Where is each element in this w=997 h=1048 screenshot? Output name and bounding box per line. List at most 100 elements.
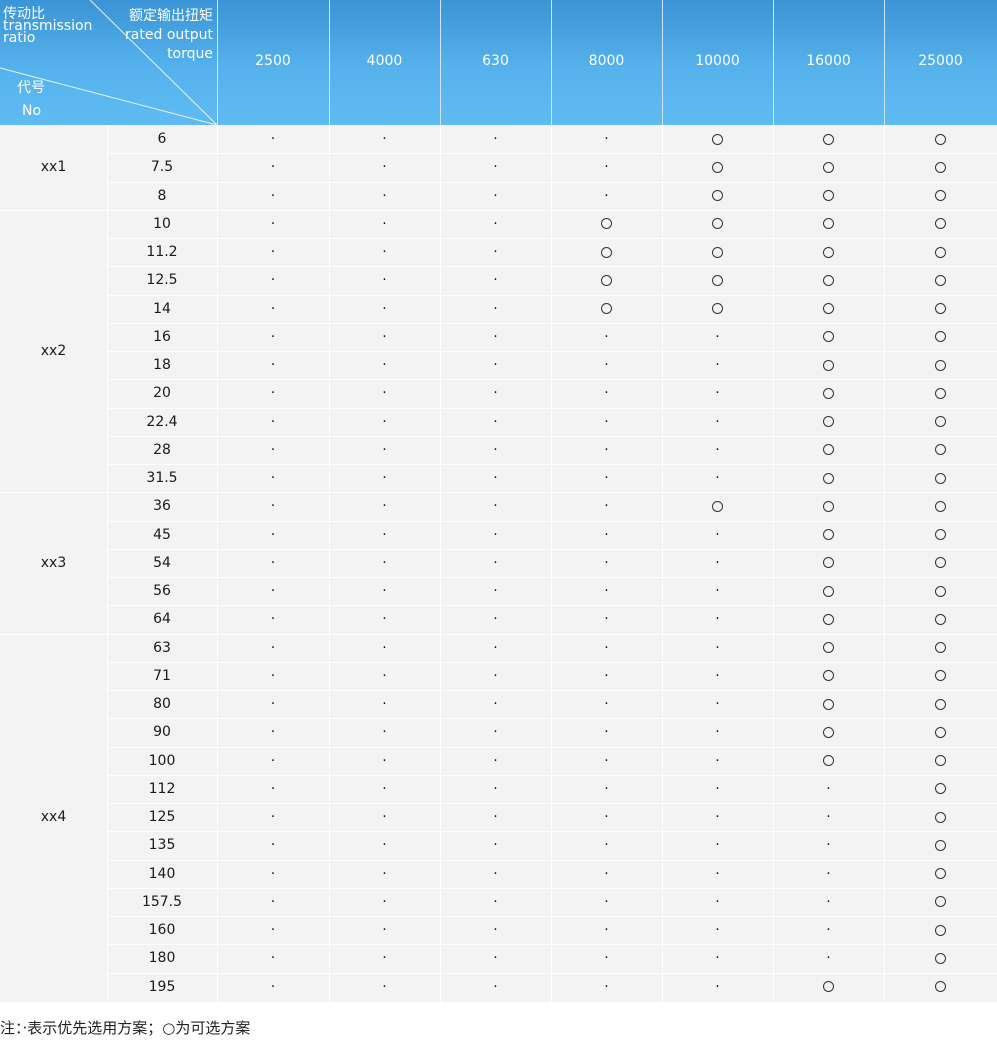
preferred-dot-icon: · [493, 554, 498, 571]
optional-circle-icon [823, 500, 834, 512]
mark-cell: · [217, 916, 329, 944]
optional-circle-icon [935, 161, 946, 173]
mark-cell: · [217, 662, 329, 690]
preferred-dot-icon: · [604, 696, 609, 713]
optional-circle-icon [935, 218, 946, 230]
mark-cell [773, 266, 884, 294]
mark-cell: · [217, 888, 329, 916]
preferred-dot-icon: · [382, 950, 387, 967]
mark-cell: · [217, 436, 329, 464]
preferred-dot-icon: · [382, 328, 387, 345]
optional-circle-icon [935, 444, 946, 456]
optional-circle-icon [935, 896, 946, 908]
preferred-dot-icon: · [270, 611, 276, 628]
mark-cell: · [551, 492, 662, 520]
mark-cell: · [440, 662, 551, 690]
mark-cell: · [551, 521, 662, 549]
mark-cell: · [551, 605, 662, 633]
ratio-cell: 195 [148, 978, 176, 995]
mark-cell [773, 605, 884, 633]
preferred-dot-icon: · [493, 272, 498, 289]
group-separator [0, 633, 107, 635]
preferred-dot-icon: · [493, 187, 498, 204]
mark-cell: · [551, 464, 662, 492]
preferred-dot-icon: · [382, 978, 387, 995]
preferred-dot-icon: · [604, 159, 609, 176]
optional-circle-icon [823, 416, 834, 428]
mark-cell: · [551, 831, 662, 859]
mark-cell: · [217, 605, 329, 633]
mark-cell: · [217, 803, 329, 831]
mark-cell: · [329, 323, 440, 351]
optional-circle-icon [712, 500, 723, 512]
mark-cell: · [217, 379, 329, 407]
mark-cell: · [551, 436, 662, 464]
mark-cell: · [217, 464, 329, 492]
optional-circle-icon [823, 359, 834, 371]
preferred-dot-icon: · [604, 865, 609, 882]
mark-cell: · [329, 210, 440, 238]
optional-circle-icon [823, 161, 834, 173]
optional-circle-icon [935, 416, 946, 428]
preferred-dot-icon: · [270, 922, 276, 939]
optional-circle-icon [935, 359, 946, 371]
mark-cell: · [329, 803, 440, 831]
ratio-cell: 54 [153, 554, 171, 571]
preferred-dot-icon: · [493, 215, 498, 232]
mark-cell: · [773, 888, 884, 916]
ratio-cell: 11.2 [146, 244, 178, 261]
ratio-cell: 6 [157, 131, 167, 148]
mark-cell [884, 125, 997, 153]
group-separator [0, 492, 107, 494]
mark-cell: · [662, 379, 773, 407]
mark-cell: · [440, 605, 551, 633]
mark-cell: · [329, 916, 440, 944]
mark-cell: · [662, 718, 773, 746]
ratio-cell: 64 [153, 611, 171, 628]
mark-cell: · [217, 973, 329, 1001]
mark-cell: · [662, 605, 773, 633]
optional-circle-icon [712, 161, 723, 173]
mark-cell [773, 408, 884, 436]
mark-cell: · [662, 916, 773, 944]
optional-circle-icon [823, 274, 834, 286]
mark-cell: · [329, 860, 440, 888]
preferred-dot-icon: · [493, 413, 498, 430]
optional-circle-icon [935, 331, 946, 343]
mark-cell: · [440, 323, 551, 351]
mark-cell: · [440, 973, 551, 1001]
mark-cell [884, 888, 997, 916]
mark-cell [773, 747, 884, 775]
preferred-dot-icon: · [604, 554, 609, 571]
optional-circle-icon [823, 190, 834, 202]
mark-cell [773, 690, 884, 718]
mark-cell: · [662, 747, 773, 775]
mark-cell: · [329, 831, 440, 859]
optional-circle-icon [935, 839, 946, 851]
mark-cell: · [217, 521, 329, 549]
ratio-cell: 31.5 [146, 470, 178, 487]
preferred-dot-icon: · [270, 667, 276, 684]
ratio-cell: 20 [153, 385, 171, 402]
preferred-dot-icon: · [382, 780, 387, 797]
mark-cell: · [551, 323, 662, 351]
preferred-dot-icon: · [604, 780, 609, 797]
preferred-dot-icon: · [826, 893, 831, 910]
mark-cell: · [551, 690, 662, 718]
optional-circle-icon [935, 726, 946, 738]
preferred-dot-icon: · [270, 498, 276, 515]
preferred-dot-icon: · [270, 413, 276, 430]
preferred-dot-icon: · [715, 385, 720, 402]
preferred-dot-icon: · [715, 809, 720, 826]
optional-circle-icon [935, 868, 946, 880]
mark-cell [884, 718, 997, 746]
mark-cell [773, 125, 884, 153]
group-code-xx3: xx3 [40, 554, 67, 571]
preferred-dot-icon: · [493, 809, 498, 826]
optional-circle-icon [935, 952, 946, 964]
mark-cell: · [440, 549, 551, 577]
ratio-cell: 125 [148, 809, 176, 826]
torque-header-2500: 2500 [217, 0, 329, 125]
corner-label-top_left-2: ratio [3, 30, 36, 46]
optional-circle-icon [712, 218, 723, 230]
